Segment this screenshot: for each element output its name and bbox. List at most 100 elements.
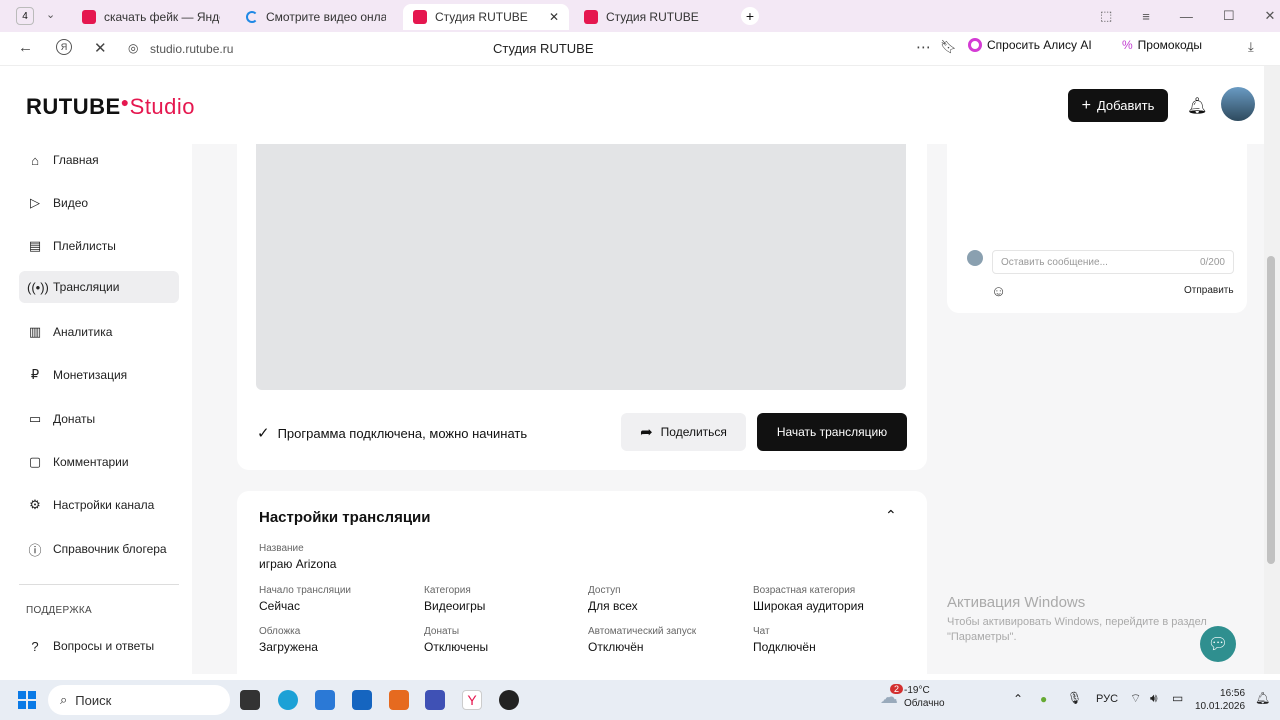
profile-icon[interactable]: ⬚	[1100, 8, 1112, 24]
alice-button[interactable]: Спросить Алису AI	[968, 38, 1092, 52]
rutube-favicon-icon	[584, 10, 598, 24]
taskbar-search[interactable]: ⌕ Поиск	[48, 685, 230, 715]
yandex-icon[interactable]: Я	[56, 39, 72, 55]
comment-icon: ▢	[28, 454, 42, 469]
window-controls: ⬚ ≡ — ☐ ✕	[1100, 0, 1275, 32]
field-autostart: Автоматический запуск Отключён	[588, 626, 697, 654]
app-header: RUTUBE●Studio + Добавить 🔔︎	[7, 66, 1264, 144]
menu-icon[interactable]: ≡	[1142, 9, 1150, 24]
wifi-icon[interactable]: ⌔	[1130, 691, 1141, 706]
tab-title: Студия RUTUBE	[435, 10, 528, 24]
share-icon: ➦	[640, 424, 653, 441]
tab-title: Смотрите видео онлайн,	[266, 10, 386, 24]
home-icon: ⌂	[31, 152, 39, 168]
volume-icon[interactable]: 🔊︎	[1150, 691, 1158, 706]
bookmark-icon[interactable]: 🔖︎	[940, 39, 957, 55]
stop-loading-icon[interactable]: ✕	[94, 39, 107, 57]
tab-counter[interactable]: 4	[16, 7, 34, 25]
sidebar: ⌂ Главная ▷ Видео ▤ Плейлисты ((•)) Трансляц…	[7, 144, 192, 674]
scrollbar-thumb[interactable]	[1267, 256, 1275, 564]
sidebar-item-channel-settings[interactable]: ⚙ Настройки канала	[19, 489, 179, 521]
sidebar-item-monetization[interactable]: ₽ Монетизация	[19, 359, 179, 391]
clock[interactable]: 16:56 10.01.2026	[1195, 687, 1245, 713]
sidebar-item-playlists[interactable]: ▤ Плейлисты	[19, 230, 179, 262]
tabs-dropdown-icon[interactable]: ⌄	[46, 8, 55, 21]
site-info-icon[interactable]: ◎	[128, 41, 138, 55]
sidebar-item-faq[interactable]: ? Вопросы и ответы	[19, 630, 179, 662]
chevron-up-icon[interactable]: ⌃	[1013, 692, 1023, 706]
page-scrollbar[interactable]	[1264, 66, 1280, 674]
search-icon: ⌕	[60, 692, 68, 707]
support-chat-button[interactable]: 💬︎	[1200, 626, 1236, 662]
char-counter: 0/200	[1199, 256, 1225, 268]
rutube-studio-logo[interactable]: RUTUBE●Studio	[26, 94, 195, 120]
video-player[interactable]	[256, 144, 906, 390]
mic-icon[interactable]: 🎙︎	[1067, 691, 1082, 705]
percent-icon: %	[1122, 38, 1133, 52]
windows-start-icon[interactable]	[18, 691, 36, 709]
downloads-icon[interactable]: ⤓	[1248, 39, 1254, 55]
browser-tab-bar: 4 ⌄ скачать фейк — Яндекс: н Смотрите ви…	[0, 0, 1280, 32]
back-icon[interactable]: ←	[18, 39, 33, 56]
chevron-up-icon[interactable]: ⌃	[885, 507, 897, 524]
more-icon[interactable]: ⋯	[916, 38, 931, 56]
app-icon-blue[interactable]	[425, 690, 445, 710]
windows-taskbar: ⌕ Поиск Y ☁ 2 -19°C Облачно ⌃ ● 🎙︎ РУС ⌔…	[0, 680, 1280, 720]
promo-button[interactable]: % Промокоды	[1122, 38, 1202, 52]
tray-app-icon[interactable]: ●	[1040, 692, 1047, 706]
sidebar-item-broadcasts[interactable]: ((•)) Трансляции	[19, 271, 179, 303]
notifications-icon[interactable]: 🔔︎	[1255, 691, 1270, 705]
sidebar-item-video[interactable]: ▷ Видео	[19, 187, 179, 219]
field-cover: Обложка Загружена	[259, 626, 318, 654]
sidebar-item-home[interactable]: ⌂ Главная	[19, 144, 179, 176]
close-tab-icon[interactable]: ✕	[549, 10, 559, 24]
browser-tab-4[interactable]: Студия RUTUBE	[574, 4, 734, 30]
maximize-icon[interactable]: ☐	[1223, 8, 1235, 24]
browser-tab-3-active[interactable]: Студия RUTUBE ✕	[403, 4, 569, 30]
studio-app: RUTUBE●Studio + Добавить 🔔︎ ⌂ Главная ▷ Ви…	[7, 66, 1264, 674]
loading-icon	[246, 11, 258, 23]
browser-tab-2[interactable]: Смотрите видео онлайн,	[236, 4, 396, 30]
close-window-icon[interactable]: ✕	[1265, 8, 1276, 24]
address-bar: ← Я ✕ ◎ studio.rutube.ru Студия RUTUBE ⋯…	[0, 32, 1280, 66]
language-indicator[interactable]: РУС	[1096, 693, 1118, 705]
edge-icon[interactable]	[278, 690, 298, 710]
check-icon: ✓	[257, 425, 270, 442]
explorer-icon[interactable]	[315, 690, 335, 710]
start-stream-button[interactable]: Начать трансляцию	[757, 413, 907, 451]
video-icon: ▷	[30, 195, 40, 210]
bell-icon[interactable]: 🔔︎	[1187, 96, 1207, 116]
battery-icon[interactable]: ▭	[1172, 691, 1183, 705]
sidebar-item-analytics[interactable]: ▥ Аналитика	[19, 316, 179, 348]
share-button[interactable]: ➦ Поделиться	[621, 413, 746, 451]
browser-tab-1[interactable]: скачать фейк — Яндекс: н	[72, 4, 230, 30]
yandex-favicon-icon	[82, 10, 96, 24]
stream-settings-card: Настройки трансляции ⌃ Название играю Ar…	[237, 491, 927, 674]
support-heading: ПОДДЕРЖКА	[26, 605, 92, 616]
weather-widget[interactable]: ☁ 2 -19°C Облачно	[880, 684, 945, 710]
wallet-icon: ▭	[28, 411, 42, 426]
yandex-browser-icon[interactable]: Y	[462, 690, 482, 710]
url-field[interactable]: studio.rutube.ru	[150, 42, 233, 56]
chat-message-input[interactable]: Оставить сообщение... 0/200	[992, 250, 1234, 274]
new-tab-icon[interactable]: +	[741, 7, 759, 25]
send-button[interactable]: Отправить	[1184, 285, 1234, 296]
sidebar-item-comments[interactable]: ▢ Комментарии	[19, 446, 179, 478]
avatar[interactable]	[1221, 87, 1255, 121]
emoji-icon[interactable]: ☺	[991, 283, 1006, 300]
minimize-icon[interactable]: —	[1180, 9, 1193, 24]
sidebar-item-donations[interactable]: ▭ Донаты	[19, 403, 179, 435]
add-button[interactable]: + Добавить	[1068, 89, 1168, 122]
obs-icon[interactable]	[499, 690, 519, 710]
field-category: Категория Видеоигры	[424, 585, 486, 613]
app-icon-orange[interactable]	[389, 690, 409, 710]
task-view-icon[interactable]	[240, 690, 260, 710]
weather-badge: 2	[890, 684, 904, 694]
broadcast-icon: ((•))	[27, 279, 49, 295]
store-icon[interactable]	[352, 690, 372, 710]
sidebar-divider	[19, 584, 179, 585]
chat-avatar	[967, 250, 983, 266]
info-icon: ⓘ	[28, 542, 42, 558]
tab-title: Студия RUTUBE	[606, 10, 699, 24]
sidebar-item-blogger-guide[interactable]: ⓘ Справочник блогера	[19, 533, 179, 565]
